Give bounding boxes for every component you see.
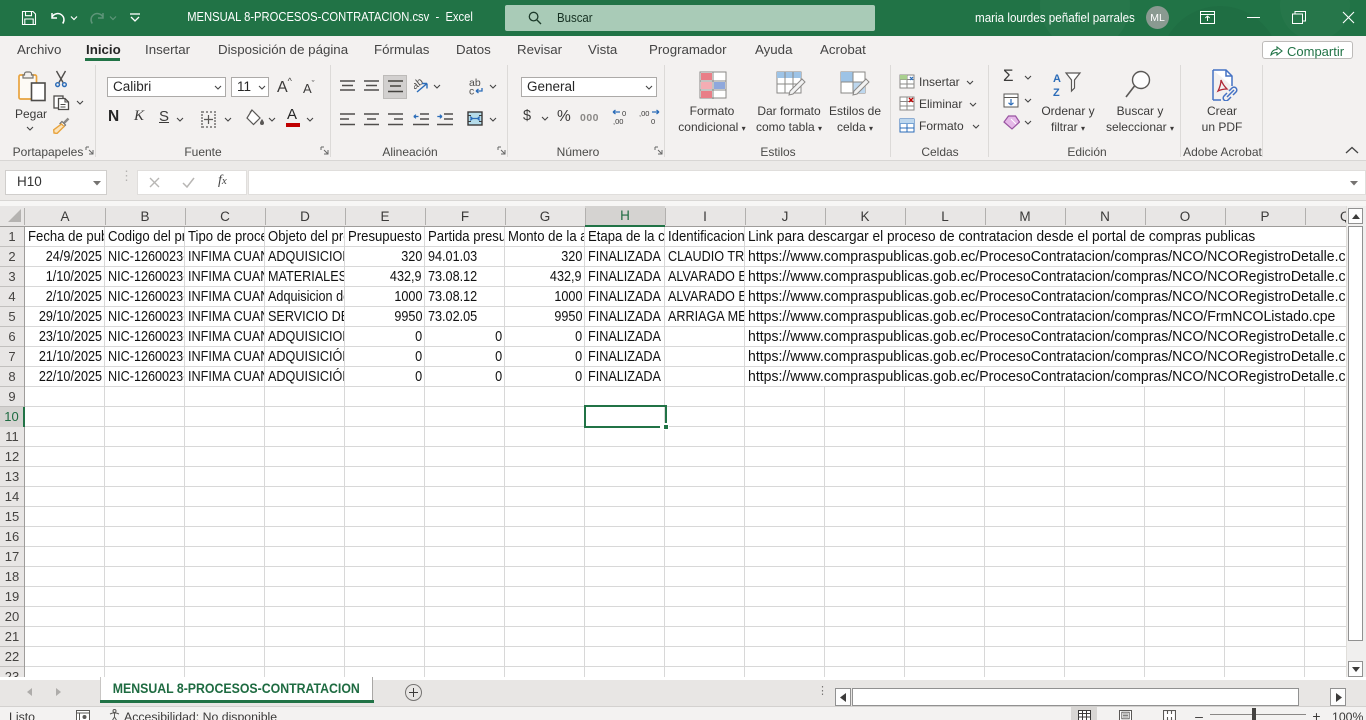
svg-text:,00: ,00 [639, 109, 649, 118]
svg-text:A: A [1053, 73, 1061, 85]
svg-text:c: c [469, 86, 474, 96]
svg-text:0: 0 [651, 117, 655, 125]
svg-text:,00: ,00 [613, 117, 623, 125]
svg-text:Z: Z [1053, 87, 1060, 99]
